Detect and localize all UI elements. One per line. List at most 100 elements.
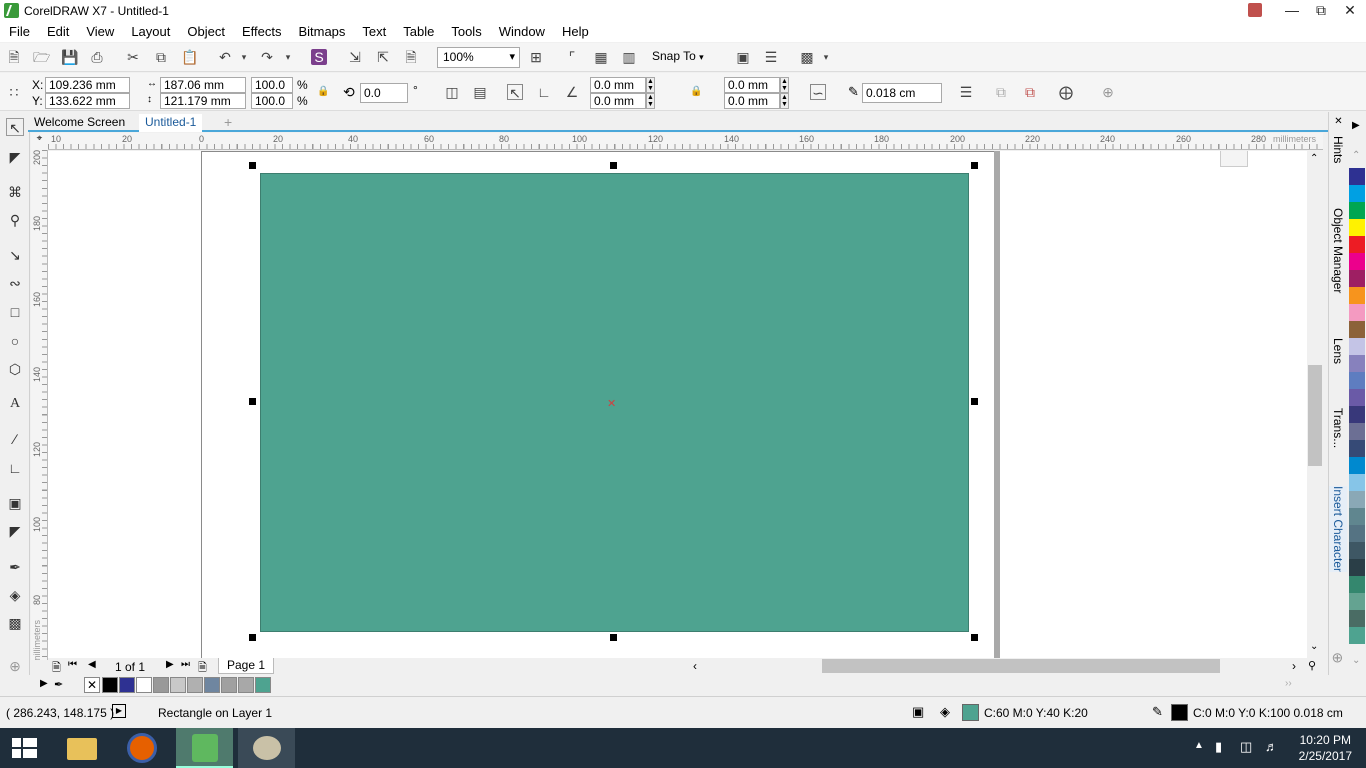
corner-bottom-right-field[interactable]: 0.0 mm bbox=[724, 93, 780, 109]
rotation-center-icon[interactable]: ✕ bbox=[607, 397, 616, 410]
paint-icon[interactable] bbox=[238, 728, 295, 768]
palette-swatch[interactable] bbox=[1349, 287, 1365, 304]
horizontal-ruler[interactable]: 10 20 0 20 40 60 80 100 120 140 160 180 … bbox=[48, 133, 1323, 150]
relative-corner-scaling-icon[interactable]: ∽ bbox=[810, 84, 826, 101]
selection-handle-s[interactable] bbox=[610, 634, 617, 641]
transparency-tool-icon[interactable]: ◤ bbox=[6, 522, 24, 540]
selection-handle-e[interactable] bbox=[971, 398, 978, 405]
convert-to-curves-icon[interactable]: ⨁ bbox=[1058, 84, 1074, 100]
menu-table[interactable]: Table bbox=[394, 22, 442, 42]
palette-swatch[interactable] bbox=[1349, 457, 1365, 474]
fill-color-swatch[interactable] bbox=[962, 704, 979, 721]
lock-ratio-icon[interactable]: 🔒 bbox=[317, 86, 329, 97]
palette-swatch[interactable] bbox=[1349, 219, 1365, 236]
undo-dropdown-icon[interactable]: ▾ bbox=[236, 49, 252, 65]
smart-fill-tool-icon[interactable]: ▩ bbox=[6, 614, 24, 632]
redo-dropdown-icon[interactable]: ▾ bbox=[280, 49, 296, 65]
color-proofing-icon[interactable]: ▣ bbox=[912, 704, 924, 720]
palette-swatch[interactable] bbox=[1349, 236, 1365, 253]
mirror-vertical-icon[interactable]: ▤ bbox=[472, 84, 488, 100]
document-palette-scroll-icon[interactable]: ›› bbox=[1285, 678, 1292, 689]
menu-view[interactable]: View bbox=[77, 22, 122, 42]
menu-effects[interactable]: Effects bbox=[233, 22, 290, 42]
rotation-angle-field[interactable]: 0.0 bbox=[360, 83, 408, 103]
user-account-icon[interactable] bbox=[1248, 3, 1262, 17]
menu-help[interactable]: Help bbox=[553, 22, 597, 42]
palette-swatch[interactable] bbox=[1349, 185, 1365, 202]
docker-tab-object-manager[interactable]: Object Manager bbox=[1329, 208, 1347, 293]
start-button[interactable] bbox=[0, 728, 57, 768]
palette-swatch[interactable] bbox=[1349, 627, 1365, 644]
palette-swatch[interactable] bbox=[1349, 270, 1365, 287]
redo-icon[interactable]: ↷ bbox=[259, 49, 275, 65]
application-launcher-icon[interactable]: ▩ bbox=[799, 49, 815, 65]
publish-pdf-icon[interactable]: 🗎 bbox=[403, 49, 419, 65]
palette-swatch[interactable] bbox=[1349, 304, 1365, 321]
to-front-icon[interactable]: ⧉ bbox=[993, 84, 1009, 100]
vertical-scroll-thumb[interactable] bbox=[1308, 365, 1322, 466]
corner-bottom-left-field[interactable]: 0.0 mm bbox=[590, 93, 646, 109]
palette-swatch[interactable] bbox=[1349, 593, 1365, 610]
text-tool-icon[interactable]: A bbox=[6, 395, 24, 413]
corner-top-right-field[interactable]: 0.0 mm bbox=[724, 77, 780, 93]
document-palette-swatch[interactable] bbox=[204, 677, 220, 693]
palette-swatch[interactable] bbox=[1349, 440, 1365, 457]
scalloped-corner-icon[interactable]: ∟ bbox=[536, 84, 552, 100]
page-tab-page-1[interactable]: Page 1 bbox=[218, 658, 275, 674]
mirror-horizontal-icon[interactable]: ◫ bbox=[444, 84, 460, 100]
palette-swatch[interactable] bbox=[1349, 253, 1365, 270]
navigator-icon[interactable] bbox=[1220, 151, 1248, 167]
launcher-dropdown-icon[interactable]: ▾ bbox=[818, 49, 834, 65]
shape-tool-icon[interactable]: ◤ bbox=[6, 148, 24, 166]
vertical-scrollbar[interactable]: ⌃ ⌄ bbox=[1307, 151, 1323, 658]
coreldraw-taskbar-icon[interactable] bbox=[176, 728, 233, 768]
palette-swatch[interactable] bbox=[1349, 338, 1365, 355]
selection-handle-ne[interactable] bbox=[971, 162, 978, 169]
show-hidden-icons-icon[interactable]: ▲ bbox=[1194, 740, 1204, 751]
palette-swatch[interactable] bbox=[1349, 168, 1365, 185]
object-origin-icon[interactable]: ∷ bbox=[6, 84, 22, 100]
menu-object[interactable]: Object bbox=[178, 22, 233, 42]
open-folder-icon[interactable]: 🗁 bbox=[33, 49, 50, 65]
menu-window[interactable]: Window bbox=[490, 22, 553, 42]
show-rulers-icon[interactable]: ⌜ bbox=[564, 49, 580, 65]
volume-icon[interactable]: ♬ bbox=[1265, 739, 1278, 754]
document-palette-swatch[interactable] bbox=[238, 677, 254, 693]
docker-tab-insert-character[interactable]: Insert Character bbox=[1329, 486, 1347, 573]
previous-page-icon[interactable]: ◀ bbox=[88, 659, 96, 670]
x-position-field[interactable]: 109.236 mm bbox=[45, 77, 130, 93]
selection-handle-se[interactable] bbox=[971, 634, 978, 641]
scale-height-field[interactable]: 100.0 bbox=[251, 93, 293, 109]
docker-tab-lens[interactable]: Lens bbox=[1329, 338, 1347, 364]
undo-icon[interactable]: ↶ bbox=[217, 49, 233, 65]
polygon-tool-icon[interactable]: ⬡ bbox=[6, 360, 24, 378]
menu-text[interactable]: Text bbox=[353, 22, 394, 42]
to-back-icon[interactable]: ⧉ bbox=[1022, 84, 1038, 100]
parallel-dimension-tool-icon[interactable]: ∕ bbox=[6, 430, 24, 448]
add-icon[interactable]: ⊕ bbox=[1100, 84, 1116, 100]
palette-swatch[interactable] bbox=[1349, 321, 1365, 338]
corner-top-left-field[interactable]: 0.0 mm bbox=[590, 77, 646, 93]
palette-swatch[interactable] bbox=[1349, 202, 1365, 219]
palette-swatch[interactable] bbox=[1349, 508, 1365, 525]
document-palette-swatch[interactable] bbox=[153, 677, 169, 693]
palette-scroll-up-icon[interactable]: ⌃ bbox=[1352, 150, 1360, 161]
drop-shadow-tool-icon[interactable]: ▣ bbox=[6, 494, 24, 512]
document-palette-menu-icon[interactable]: ▶ bbox=[40, 678, 48, 689]
height-field[interactable]: 121.179 mm bbox=[160, 93, 246, 109]
palette-scroll-right-icon[interactable]: ▶ bbox=[1352, 120, 1360, 131]
status-expand-icon[interactable]: ▶ bbox=[112, 704, 126, 718]
menu-tools[interactable]: Tools bbox=[442, 22, 489, 42]
vertical-ruler[interactable]: 200 180 160 140 120 100 80 millimeters bbox=[31, 150, 48, 660]
scale-width-field[interactable]: 100.0 bbox=[251, 77, 293, 93]
corner-bottom-right-spinner[interactable]: ▲ ▼ bbox=[780, 93, 789, 109]
menu-layout[interactable]: Layout bbox=[122, 22, 178, 42]
paste-icon[interactable]: 📋 bbox=[181, 49, 198, 65]
palette-swatch[interactable] bbox=[1349, 372, 1365, 389]
document-palette-swatch[interactable] bbox=[255, 677, 271, 693]
palette-swatch[interactable] bbox=[1349, 610, 1365, 627]
export-icon[interactable]: ⇱ bbox=[375, 49, 391, 65]
document-palette-swatch[interactable] bbox=[102, 677, 118, 693]
file-explorer-icon[interactable] bbox=[52, 728, 109, 768]
document-palette-swatch[interactable] bbox=[119, 677, 135, 693]
